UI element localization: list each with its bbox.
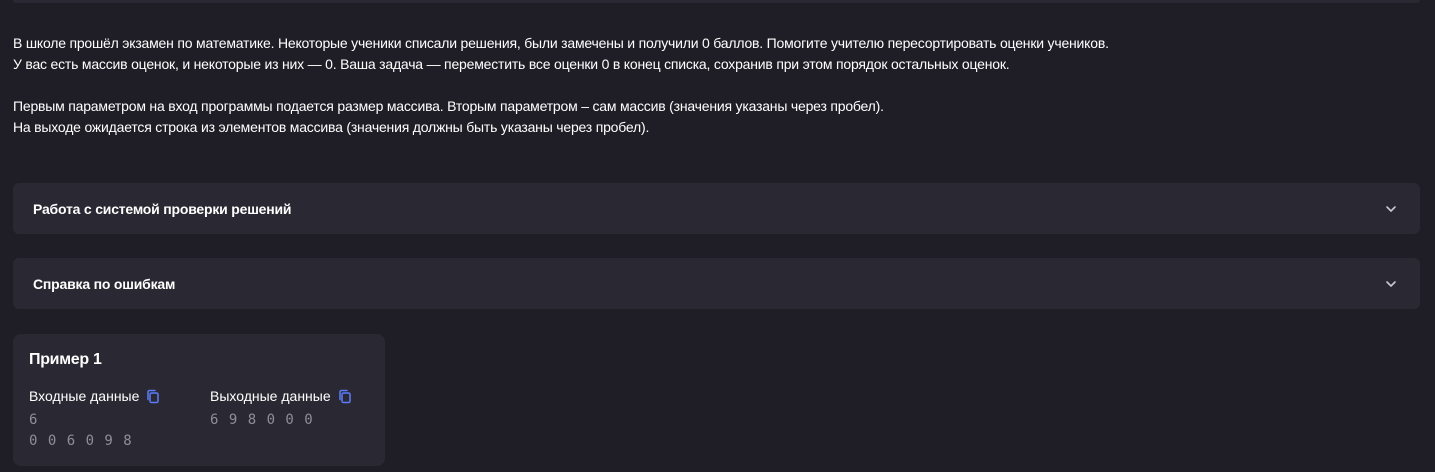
top-panel-edge (13, 0, 1420, 3)
example-output: Выходные данные 6 9 8 0 0 0 (210, 386, 353, 431)
accordion-error-help[interactable]: Справка по ошибкам (13, 258, 1420, 309)
copy-icon[interactable] (337, 388, 353, 404)
description-line: У вас есть массив оценок, и некоторые из… (13, 56, 1010, 72)
accordion-title: Справка по ошибкам (33, 275, 176, 292)
example-card: Пример 1 Входные данные 6 0 0 6 0 9 8 Вы… (13, 334, 385, 466)
copy-icon[interactable] (145, 388, 161, 404)
accordion-title: Работа с системой проверки решений (33, 200, 292, 217)
output-line: 6 9 8 0 0 0 (210, 412, 314, 428)
output-values: 6 9 8 0 0 0 (210, 410, 353, 431)
description-line: На выходе ожидается строка из элементов … (13, 119, 650, 135)
input-label: Входные данные (29, 388, 140, 404)
example-input: Входные данные 6 0 0 6 0 9 8 (29, 386, 161, 452)
chevron-down-icon[interactable] (1384, 202, 1398, 216)
task-description: В школе прошёл экзамен по математике. Не… (13, 33, 1413, 138)
output-label: Выходные данные (210, 388, 331, 404)
example-title: Пример 1 (29, 351, 102, 368)
input-values: 6 0 0 6 0 9 8 (29, 410, 161, 452)
input-line: 6 (29, 412, 39, 428)
chevron-down-icon[interactable] (1384, 277, 1398, 291)
description-line: Первым параметром на вход программы пода… (13, 98, 884, 114)
input-line: 0 0 6 0 9 8 (29, 433, 133, 449)
accordion-checking-system[interactable]: Работа с системой проверки решений (13, 183, 1420, 234)
description-line: В школе прошёл экзамен по математике. Не… (13, 35, 1109, 51)
